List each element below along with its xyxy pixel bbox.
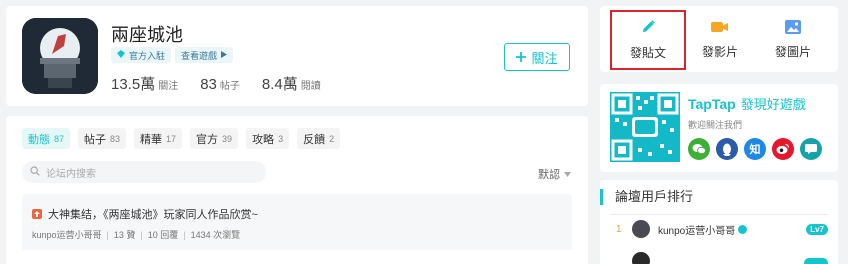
game-title: 兩座城池: [111, 25, 183, 45]
meta-divider: |: [183, 229, 186, 240]
qq-icon[interactable]: [716, 138, 738, 160]
search-placeholder: 论坛内搜索: [46, 168, 96, 180]
verified-icon: [738, 224, 748, 234]
tab-count: 83: [110, 133, 121, 144]
meta-divider: |: [140, 229, 143, 240]
rank-number: 1: [616, 223, 622, 235]
game-icon[interactable]: [22, 18, 98, 94]
ranking-title: 論壇用戶排行: [600, 189, 693, 205]
taptap-subtitle: 歡迎關注我們: [688, 120, 743, 130]
pinned-icon: [32, 209, 42, 219]
zhihu-glyph: 知: [749, 144, 761, 156]
forum-tabs: 動態 87 帖子 83 精華 17 官方 39 攻略 3 反饋 2: [22, 128, 341, 149]
zhihu-icon[interactable]: 知: [744, 138, 766, 160]
new-post-button[interactable]: 發貼文: [610, 10, 686, 70]
tab-label: 攻略: [252, 133, 275, 146]
video-icon: [711, 20, 729, 37]
tab-label: 反饋: [303, 133, 326, 146]
game-header-card: 兩座城池 官方入駐 查看遊戲 13.5萬 關注 83 帖子 8.4萬 閱讀 關注: [6, 6, 588, 106]
tab-label: 精華: [140, 133, 163, 146]
pencil-icon: [640, 19, 656, 38]
posts-count: 83: [200, 76, 217, 93]
post-replies: 10 回覆: [147, 230, 179, 240]
tab-official[interactable]: 官方 39: [190, 128, 239, 149]
diamond-icon: [117, 50, 125, 60]
wechat-icon[interactable]: [688, 138, 710, 160]
plus-icon: [516, 50, 527, 65]
tab-label: 帖子: [84, 133, 107, 146]
user-ranking-card: 論壇用戶排行 1 kunpo运营小哥哥 Lv7: [600, 180, 838, 264]
meta-divider: |: [106, 229, 109, 240]
followers-count: 13.5萬: [111, 76, 156, 93]
posts-label: 帖子: [219, 81, 240, 92]
avatar[interactable]: [632, 252, 650, 264]
tab-dynamics[interactable]: 動態 87: [22, 128, 71, 149]
new-image-button[interactable]: 發圖片: [755, 10, 831, 70]
social-links: 知: [688, 138, 822, 160]
tab-count: 17: [166, 133, 177, 144]
follow-label: 關注: [531, 50, 558, 66]
post-likes: 13 贊: [113, 230, 136, 240]
official-badge: 官方入駐: [111, 47, 172, 63]
new-post-label: 發貼文: [629, 46, 666, 60]
rank-username[interactable]: kunpo运营小哥哥: [658, 222, 735, 237]
followers-label: 關注: [158, 81, 179, 92]
new-video-button[interactable]: 發影片: [682, 10, 758, 70]
caret-down-icon: [564, 168, 571, 180]
taptap-promo-card: TapTap 發現好遊戲 歡迎關注我們 知: [600, 84, 838, 172]
play-arrow-icon: [221, 50, 228, 60]
reads-count: 8.4萬: [261, 76, 298, 93]
qr-code: [610, 92, 680, 162]
post-views: 1434 次瀏覽: [190, 230, 241, 240]
tab-label: 動態: [28, 133, 50, 146]
tab-count: 2: [329, 133, 335, 144]
sort-dropdown[interactable]: 默認: [538, 166, 571, 182]
taptap-slogan: 發現好遊戲: [740, 97, 806, 112]
post-item[interactable]: 大神集结，《两座城池》玩家同人作品欣赏~ kunpo运营小哥哥 | 13 贊 |…: [22, 194, 572, 250]
level-badge: [804, 258, 828, 264]
tab-guides[interactable]: 攻略 3: [246, 128, 290, 149]
new-image-label: 發圖片: [774, 45, 811, 59]
reads-label: 閱讀: [300, 81, 321, 92]
forum-content-card: 動態 87 帖子 83 精華 17 官方 39 攻略 3 反饋 2 论坛内搜索 …: [6, 116, 588, 264]
ranking-row[interactable]: 1 kunpo运营小哥哥 Lv7: [616, 218, 828, 240]
post-author[interactable]: kunpo运营小哥哥: [32, 228, 102, 241]
tab-feedback[interactable]: 反饋 2: [297, 128, 341, 149]
image-icon: [785, 20, 801, 37]
post-title[interactable]: 大神集结，《两座城池》玩家同人作品欣赏~: [48, 206, 258, 222]
taptap-logo: TapTap: [688, 96, 736, 112]
follow-button[interactable]: 關注: [504, 43, 570, 71]
sort-label: 默認: [538, 169, 560, 181]
tab-posts[interactable]: 帖子 83: [78, 128, 127, 149]
ranking-row[interactable]: [616, 252, 650, 264]
official-badge-label: 官方入駐: [129, 50, 166, 61]
message-icon[interactable]: [800, 138, 822, 160]
tab-label: 官方: [196, 133, 219, 146]
new-video-label: 發影片: [701, 45, 738, 59]
weibo-icon[interactable]: [772, 138, 794, 160]
post-actions-card: 發貼文 發影片 發圖片: [600, 6, 838, 72]
level-badge: Lv7: [806, 223, 828, 235]
tab-count: 39: [222, 133, 233, 144]
view-game-label: 查看遊戲: [181, 50, 218, 61]
tab-count: 3: [278, 133, 284, 144]
tab-featured[interactable]: 精華 17: [134, 128, 183, 149]
search-icon: [30, 165, 40, 179]
view-game-link[interactable]: 查看遊戲: [175, 47, 234, 63]
tab-count: 87: [54, 133, 65, 144]
ranking-divider: [610, 214, 828, 215]
avatar[interactable]: [632, 220, 650, 238]
forum-search-input[interactable]: 论坛内搜索: [22, 161, 266, 183]
